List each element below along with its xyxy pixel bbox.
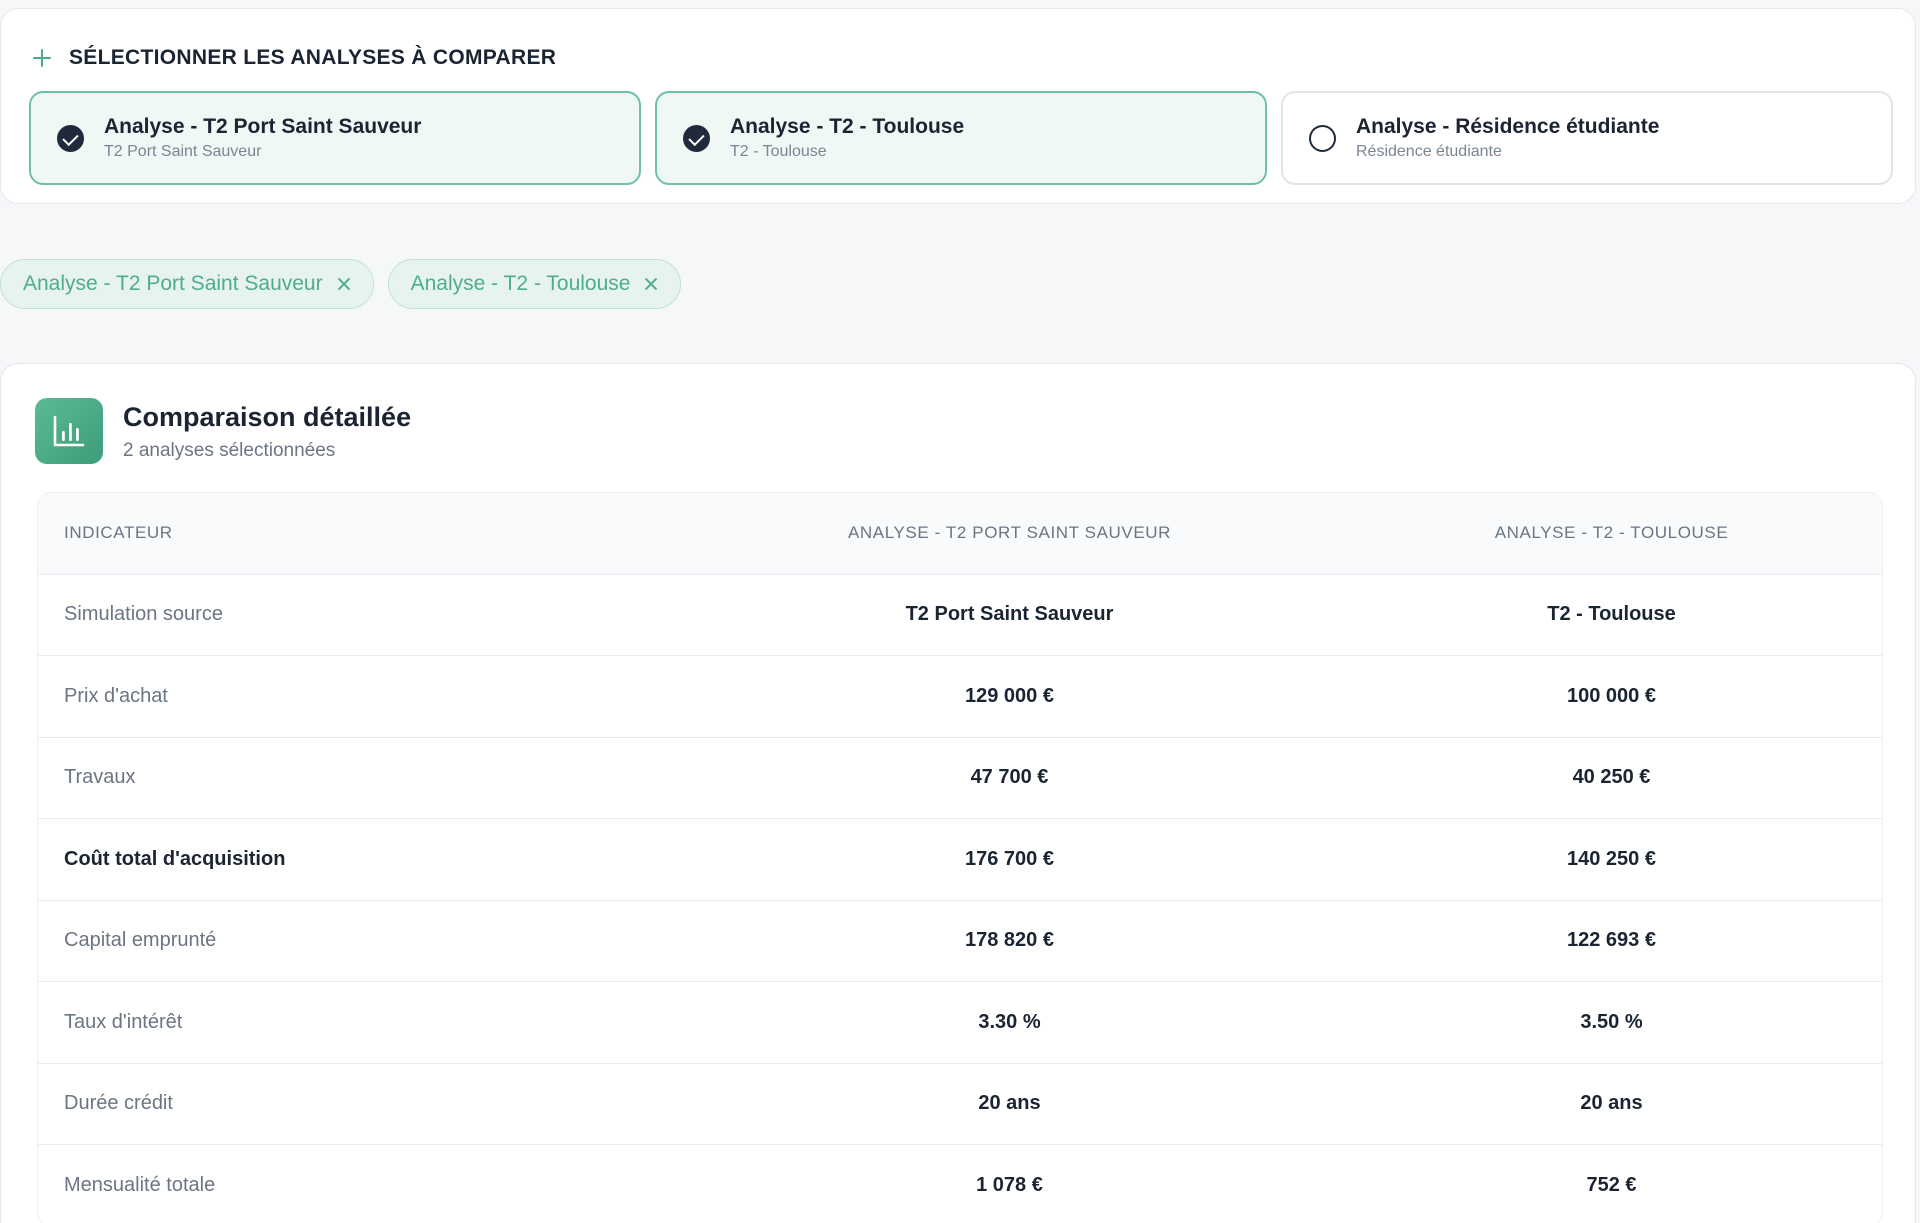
cell-analysis-a: 178 820 € xyxy=(965,929,1054,952)
card-subtitle: Résidence étudiante xyxy=(1356,142,1502,160)
row-label: Prix d'achat xyxy=(64,684,168,707)
analysis-card-port-saint-sauveur[interactable]: Analyse - T2 Port Saint Sauveur T2 Port … xyxy=(29,91,641,185)
chip-label: Analyse - T2 - Toulouse xyxy=(410,272,631,295)
table-row: Taux d'intérêt 3.30 % 3.50 % xyxy=(38,981,1882,1064)
chip-toulouse[interactable]: Analyse - T2 - Toulouse xyxy=(387,259,682,309)
cell-analysis-a: 1 078 € xyxy=(976,1174,1043,1196)
cell-analysis-b: 20 ans xyxy=(1580,1092,1643,1115)
card-title: Analyse - T2 - Toulouse xyxy=(730,114,965,138)
analysis-card-list: Analyse - T2 Port Saint Sauveur T2 Port … xyxy=(29,91,1893,185)
card-title: Analyse - T2 Port Saint Sauveur xyxy=(104,114,422,138)
analysis-card-toulouse[interactable]: Analyse - T2 - Toulouse T2 - Toulouse xyxy=(655,91,1267,185)
cell-analysis-a: 20 ans xyxy=(978,1092,1041,1115)
row-label: Capital emprunté xyxy=(64,929,217,952)
analysis-card-residence-etudiante[interactable]: Analyse - Résidence étudiante Résidence … xyxy=(1281,91,1893,185)
cell-analysis-a: 3.30 % xyxy=(978,1010,1041,1033)
row-label: Simulation source xyxy=(64,603,223,626)
radio-circle-icon[interactable] xyxy=(1309,124,1336,152)
cell-analysis-a: 47 700 € xyxy=(970,766,1049,789)
cell-analysis-b: 3.50 % xyxy=(1580,1010,1643,1033)
selected-analysis-chips: Analyse - T2 Port Saint Sauveur Analyse … xyxy=(0,259,682,309)
check-circle-icon[interactable] xyxy=(683,124,710,152)
table-row: Durée crédit 20 ans 20 ans xyxy=(38,1063,1882,1145)
column-header-analysis-b: ANALYSE - T2 - TOULOUSE xyxy=(1494,523,1729,543)
table-row: Travaux 47 700 € 40 250 € xyxy=(38,737,1882,819)
selection-title: SÉLECTIONNER LES ANALYSES À COMPARER xyxy=(69,46,557,69)
chip-label: Analyse - T2 Port Saint Sauveur xyxy=(23,272,323,295)
row-label: Travaux xyxy=(64,766,136,789)
bar-chart-icon xyxy=(35,398,103,464)
cell-analysis-a: T2 Port Saint Sauveur xyxy=(905,603,1114,626)
plus-icon[interactable] xyxy=(31,47,53,69)
column-header-analysis-a: ANALYSE - T2 PORT SAINT SAUVEUR xyxy=(847,523,1172,543)
table-row: Prix d'achat 129 000 € 100 000 € xyxy=(38,655,1882,738)
column-header-indicator: INDICATEUR xyxy=(64,523,173,543)
selection-header[interactable]: SÉLECTIONNER LES ANALYSES À COMPARER xyxy=(31,43,556,73)
cell-analysis-a: 129 000 € xyxy=(965,684,1054,707)
card-title: Analyse - Résidence étudiante xyxy=(1356,114,1660,138)
close-icon[interactable] xyxy=(337,277,351,291)
comparison-title: Comparaison détaillée xyxy=(123,402,412,432)
detailed-comparison-panel: Comparaison détaillée 2 analyses sélecti… xyxy=(0,363,1916,1223)
table-row: Mensualité totale 1 078 € 752 € xyxy=(38,1144,1882,1223)
comparison-subtitle: 2 analyses sélectionnées xyxy=(123,440,336,461)
cell-analysis-b: 122 693 € xyxy=(1567,929,1656,952)
table-row: Simulation source T2 Port Saint Sauveur … xyxy=(38,574,1882,656)
cell-analysis-b: 40 250 € xyxy=(1572,766,1651,789)
table-row: Capital emprunté 178 820 € 122 693 € xyxy=(38,900,1882,982)
row-label: Mensualité totale xyxy=(64,1174,216,1196)
cell-analysis-b: 140 250 € xyxy=(1567,847,1656,870)
comparison-table: INDICATEUR ANALYSE - T2 PORT SAINT SAUVE… xyxy=(37,492,1883,1223)
row-label: Durée crédit xyxy=(64,1092,173,1115)
analysis-selection-panel: SÉLECTIONNER LES ANALYSES À COMPARER Ana… xyxy=(0,8,1916,204)
chip-port-saint-sauveur[interactable]: Analyse - T2 Port Saint Sauveur xyxy=(0,259,374,309)
cell-analysis-a: 176 700 € xyxy=(965,847,1054,870)
check-circle-icon[interactable] xyxy=(57,124,84,152)
row-label: Coût total d'acquisition xyxy=(64,847,286,870)
cell-analysis-b: T2 - Toulouse xyxy=(1547,603,1676,626)
cell-analysis-b: 752 € xyxy=(1586,1174,1637,1196)
row-label: Taux d'intérêt xyxy=(64,1010,183,1033)
close-icon[interactable] xyxy=(644,277,658,291)
card-subtitle: T2 Port Saint Sauveur xyxy=(104,142,262,160)
card-subtitle: T2 - Toulouse xyxy=(730,142,827,160)
cell-analysis-b: 100 000 € xyxy=(1567,684,1656,707)
table-row: Coût total d'acquisition 176 700 € 140 2… xyxy=(38,818,1882,901)
table-header-row: INDICATEUR ANALYSE - T2 PORT SAINT SAUVE… xyxy=(38,493,1882,574)
